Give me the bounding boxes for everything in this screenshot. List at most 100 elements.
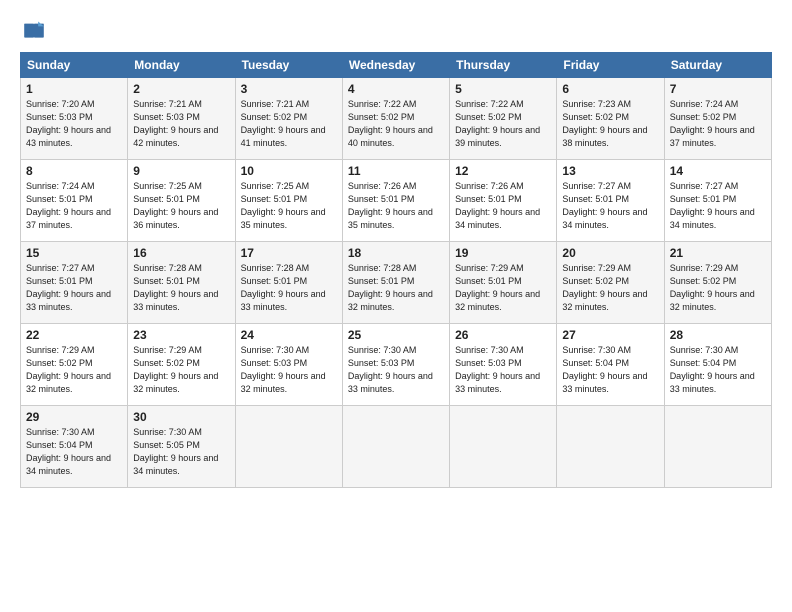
- day-number: 23: [133, 328, 229, 342]
- cell-content: Sunrise: 7:21 AM Sunset: 5:02 PM Dayligh…: [241, 98, 337, 150]
- calendar-cell: 24 Sunrise: 7:30 AM Sunset: 5:03 PM Dayl…: [235, 324, 342, 406]
- calendar-cell: 3 Sunrise: 7:21 AM Sunset: 5:02 PM Dayli…: [235, 78, 342, 160]
- day-number: 4: [348, 82, 444, 96]
- cell-content: Sunrise: 7:24 AM Sunset: 5:02 PM Dayligh…: [670, 98, 766, 150]
- calendar-body: 1 Sunrise: 7:20 AM Sunset: 5:03 PM Dayli…: [21, 78, 772, 488]
- calendar-cell: [342, 406, 449, 488]
- calendar-cell: 10 Sunrise: 7:25 AM Sunset: 5:01 PM Dayl…: [235, 160, 342, 242]
- calendar-cell: 29 Sunrise: 7:30 AM Sunset: 5:04 PM Dayl…: [21, 406, 128, 488]
- cell-content: Sunrise: 7:23 AM Sunset: 5:02 PM Dayligh…: [562, 98, 658, 150]
- calendar-cell: 17 Sunrise: 7:28 AM Sunset: 5:01 PM Dayl…: [235, 242, 342, 324]
- calendar-cell: 1 Sunrise: 7:20 AM Sunset: 5:03 PM Dayli…: [21, 78, 128, 160]
- day-number: 21: [670, 246, 766, 260]
- day-number: 1: [26, 82, 122, 96]
- th-monday: Monday: [128, 53, 235, 78]
- calendar-cell: 9 Sunrise: 7:25 AM Sunset: 5:01 PM Dayli…: [128, 160, 235, 242]
- day-number: 25: [348, 328, 444, 342]
- th-wednesday: Wednesday: [342, 53, 449, 78]
- cell-content: Sunrise: 7:30 AM Sunset: 5:04 PM Dayligh…: [562, 344, 658, 396]
- page: Sunday Monday Tuesday Wednesday Thursday…: [0, 0, 792, 498]
- day-number: 24: [241, 328, 337, 342]
- calendar-cell: 27 Sunrise: 7:30 AM Sunset: 5:04 PM Dayl…: [557, 324, 664, 406]
- cell-content: Sunrise: 7:22 AM Sunset: 5:02 PM Dayligh…: [348, 98, 444, 150]
- calendar-cell: 21 Sunrise: 7:29 AM Sunset: 5:02 PM Dayl…: [664, 242, 771, 324]
- day-number: 27: [562, 328, 658, 342]
- day-number: 2: [133, 82, 229, 96]
- cell-content: Sunrise: 7:30 AM Sunset: 5:04 PM Dayligh…: [26, 426, 122, 478]
- cell-content: Sunrise: 7:22 AM Sunset: 5:02 PM Dayligh…: [455, 98, 551, 150]
- calendar-cell: 30 Sunrise: 7:30 AM Sunset: 5:05 PM Dayl…: [128, 406, 235, 488]
- day-number: 3: [241, 82, 337, 96]
- cell-content: Sunrise: 7:25 AM Sunset: 5:01 PM Dayligh…: [133, 180, 229, 232]
- calendar-cell: 16 Sunrise: 7:28 AM Sunset: 5:01 PM Dayl…: [128, 242, 235, 324]
- calendar-cell: 14 Sunrise: 7:27 AM Sunset: 5:01 PM Dayl…: [664, 160, 771, 242]
- cell-content: Sunrise: 7:20 AM Sunset: 5:03 PM Dayligh…: [26, 98, 122, 150]
- day-number: 12: [455, 164, 551, 178]
- day-number: 29: [26, 410, 122, 424]
- day-number: 11: [348, 164, 444, 178]
- calendar-cell: 23 Sunrise: 7:29 AM Sunset: 5:02 PM Dayl…: [128, 324, 235, 406]
- th-friday: Friday: [557, 53, 664, 78]
- calendar-week-4: 22 Sunrise: 7:29 AM Sunset: 5:02 PM Dayl…: [21, 324, 772, 406]
- calendar-cell: [235, 406, 342, 488]
- day-number: 15: [26, 246, 122, 260]
- cell-content: Sunrise: 7:30 AM Sunset: 5:03 PM Dayligh…: [455, 344, 551, 396]
- calendar-cell: [450, 406, 557, 488]
- calendar-cell: 6 Sunrise: 7:23 AM Sunset: 5:02 PM Dayli…: [557, 78, 664, 160]
- day-number: 18: [348, 246, 444, 260]
- day-number: 30: [133, 410, 229, 424]
- logo-icon: [20, 18, 48, 46]
- cell-content: Sunrise: 7:30 AM Sunset: 5:05 PM Dayligh…: [133, 426, 229, 478]
- cell-content: Sunrise: 7:27 AM Sunset: 5:01 PM Dayligh…: [562, 180, 658, 232]
- cell-content: Sunrise: 7:29 AM Sunset: 5:01 PM Dayligh…: [455, 262, 551, 314]
- calendar-week-5: 29 Sunrise: 7:30 AM Sunset: 5:04 PM Dayl…: [21, 406, 772, 488]
- cell-content: Sunrise: 7:30 AM Sunset: 5:04 PM Dayligh…: [670, 344, 766, 396]
- cell-content: Sunrise: 7:27 AM Sunset: 5:01 PM Dayligh…: [670, 180, 766, 232]
- cell-content: Sunrise: 7:28 AM Sunset: 5:01 PM Dayligh…: [133, 262, 229, 314]
- th-saturday: Saturday: [664, 53, 771, 78]
- calendar-cell: 20 Sunrise: 7:29 AM Sunset: 5:02 PM Dayl…: [557, 242, 664, 324]
- th-tuesday: Tuesday: [235, 53, 342, 78]
- cell-content: Sunrise: 7:26 AM Sunset: 5:01 PM Dayligh…: [455, 180, 551, 232]
- th-sunday: Sunday: [21, 53, 128, 78]
- calendar-cell: 12 Sunrise: 7:26 AM Sunset: 5:01 PM Dayl…: [450, 160, 557, 242]
- cell-content: Sunrise: 7:29 AM Sunset: 5:02 PM Dayligh…: [26, 344, 122, 396]
- calendar-cell: 8 Sunrise: 7:24 AM Sunset: 5:01 PM Dayli…: [21, 160, 128, 242]
- day-number: 26: [455, 328, 551, 342]
- calendar-week-3: 15 Sunrise: 7:27 AM Sunset: 5:01 PM Dayl…: [21, 242, 772, 324]
- day-number: 10: [241, 164, 337, 178]
- cell-content: Sunrise: 7:30 AM Sunset: 5:03 PM Dayligh…: [241, 344, 337, 396]
- calendar-header: Sunday Monday Tuesday Wednesday Thursday…: [21, 53, 772, 78]
- calendar-cell: 28 Sunrise: 7:30 AM Sunset: 5:04 PM Dayl…: [664, 324, 771, 406]
- calendar-week-2: 8 Sunrise: 7:24 AM Sunset: 5:01 PM Dayli…: [21, 160, 772, 242]
- calendar-week-1: 1 Sunrise: 7:20 AM Sunset: 5:03 PM Dayli…: [21, 78, 772, 160]
- calendar-cell: [664, 406, 771, 488]
- calendar-cell: 26 Sunrise: 7:30 AM Sunset: 5:03 PM Dayl…: [450, 324, 557, 406]
- header: [20, 18, 772, 46]
- day-number: 22: [26, 328, 122, 342]
- weekday-row: Sunday Monday Tuesday Wednesday Thursday…: [21, 53, 772, 78]
- th-thursday: Thursday: [450, 53, 557, 78]
- day-number: 5: [455, 82, 551, 96]
- calendar-cell: 11 Sunrise: 7:26 AM Sunset: 5:01 PM Dayl…: [342, 160, 449, 242]
- day-number: 17: [241, 246, 337, 260]
- calendar-cell: 7 Sunrise: 7:24 AM Sunset: 5:02 PM Dayli…: [664, 78, 771, 160]
- day-number: 13: [562, 164, 658, 178]
- cell-content: Sunrise: 7:29 AM Sunset: 5:02 PM Dayligh…: [133, 344, 229, 396]
- cell-content: Sunrise: 7:28 AM Sunset: 5:01 PM Dayligh…: [348, 262, 444, 314]
- calendar-cell: 19 Sunrise: 7:29 AM Sunset: 5:01 PM Dayl…: [450, 242, 557, 324]
- calendar-cell: 25 Sunrise: 7:30 AM Sunset: 5:03 PM Dayl…: [342, 324, 449, 406]
- calendar-cell: 18 Sunrise: 7:28 AM Sunset: 5:01 PM Dayl…: [342, 242, 449, 324]
- calendar-cell: 4 Sunrise: 7:22 AM Sunset: 5:02 PM Dayli…: [342, 78, 449, 160]
- day-number: 9: [133, 164, 229, 178]
- calendar-cell: 5 Sunrise: 7:22 AM Sunset: 5:02 PM Dayli…: [450, 78, 557, 160]
- day-number: 19: [455, 246, 551, 260]
- cell-content: Sunrise: 7:30 AM Sunset: 5:03 PM Dayligh…: [348, 344, 444, 396]
- day-number: 14: [670, 164, 766, 178]
- day-number: 28: [670, 328, 766, 342]
- day-number: 6: [562, 82, 658, 96]
- calendar-cell: 22 Sunrise: 7:29 AM Sunset: 5:02 PM Dayl…: [21, 324, 128, 406]
- cell-content: Sunrise: 7:29 AM Sunset: 5:02 PM Dayligh…: [562, 262, 658, 314]
- calendar: Sunday Monday Tuesday Wednesday Thursday…: [20, 52, 772, 488]
- day-number: 7: [670, 82, 766, 96]
